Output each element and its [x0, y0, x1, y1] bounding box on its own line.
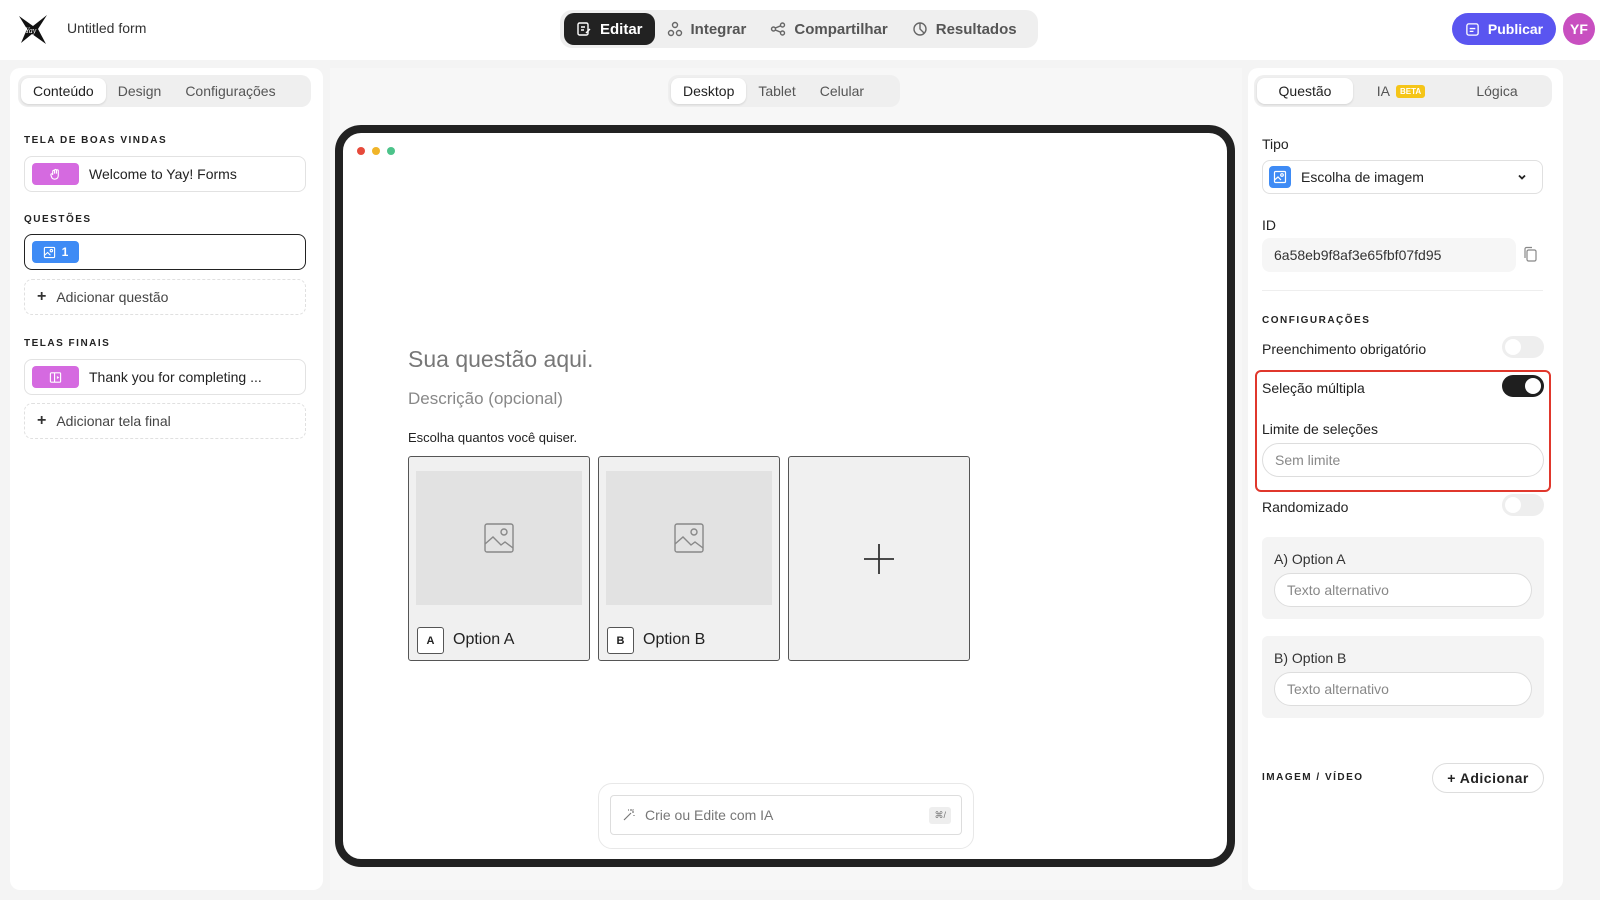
welcome-screen-item[interactable]: Welcome to Yay! Forms	[24, 156, 306, 192]
hand-icon	[50, 168, 59, 180]
question-title[interactable]: Sua questão aqui.	[408, 346, 593, 373]
id-label: ID	[1262, 217, 1276, 233]
add-question-button[interactable]: + Adicionar questão	[24, 279, 306, 315]
add-media-button[interactable]: + Adicionar	[1432, 763, 1544, 793]
tab-design[interactable]: Design	[106, 78, 174, 104]
ending-item-label: Thank you for completing ...	[89, 369, 262, 385]
option-key-a: A	[417, 627, 444, 654]
green-dot-icon	[387, 147, 395, 155]
image-placeholder-icon	[484, 523, 514, 553]
image-choice-icon	[1269, 166, 1291, 188]
question-item-1[interactable]: 1	[24, 234, 306, 270]
right-tabs: Questão IA BETA Lógica	[1254, 75, 1552, 107]
device-tabs: Desktop Tablet Celular	[668, 75, 900, 107]
share-icon	[771, 22, 786, 36]
option-card-b[interactable]: B Option B	[598, 456, 780, 661]
required-label: Preenchimento obrigatório	[1262, 341, 1427, 357]
top-bar: Yay Untitled form Editar Integrar Compar…	[0, 0, 1600, 60]
main-nav: Editar Integrar Compartilhar Resultados	[560, 10, 1038, 48]
option-label-b[interactable]: Option B	[643, 631, 705, 649]
image-placeholder-icon	[674, 523, 704, 553]
nav-integrate[interactable]: Integrar	[655, 13, 759, 45]
media-heading: IMAGEM / VÍDEO	[1262, 772, 1364, 783]
red-dot-icon	[357, 147, 365, 155]
divider	[1262, 290, 1543, 291]
left-tabs: Conteúdo Design Configurações	[18, 75, 311, 107]
welcome-heading: TELA DE BOAS VINDAS	[24, 135, 168, 146]
yay-logo-icon[interactable]: Yay	[16, 12, 50, 46]
avatar[interactable]: YF	[1563, 13, 1595, 45]
plus-icon	[864, 543, 894, 574]
form-title[interactable]: Untitled form	[67, 20, 146, 36]
integrate-icon	[667, 21, 682, 37]
copy-icon[interactable]	[1522, 246, 1538, 262]
randomize-label: Randomizado	[1262, 499, 1349, 515]
edit-icon	[577, 22, 591, 36]
publish-button[interactable]: Publicar	[1452, 13, 1556, 45]
yellow-dot-icon	[372, 147, 380, 155]
window-dots	[357, 147, 395, 155]
alt-text-input-a[interactable]: Texto alternativo	[1274, 573, 1532, 607]
required-toggle[interactable]	[1502, 336, 1544, 358]
add-ending-button[interactable]: + Adicionar tela final	[24, 403, 306, 439]
tab-settings[interactable]: Configurações	[173, 78, 287, 104]
nav-edit[interactable]: Editar	[564, 13, 655, 45]
option-key-b: B	[607, 627, 634, 654]
results-icon	[913, 22, 927, 36]
add-option-card[interactable]	[788, 456, 970, 661]
plus-icon: +	[37, 288, 47, 305]
left-panel: Conteúdo Design Configurações TELA DE BO…	[10, 68, 323, 890]
option-image-placeholder[interactable]	[606, 471, 772, 605]
ending-screen-item[interactable]: Thank you for completing ...	[24, 359, 306, 395]
tab-desktop[interactable]: Desktop	[671, 78, 747, 104]
exit-icon	[49, 371, 62, 383]
tab-content[interactable]: Conteúdo	[21, 78, 106, 104]
ai-prompt-input[interactable]: Crie ou Edite com IA ⌘/	[610, 795, 962, 835]
nav-results[interactable]: Resultados	[900, 13, 1029, 45]
welcome-chip	[32, 163, 79, 185]
option-b-label: B) Option B	[1274, 650, 1347, 666]
option-a-label: A) Option A	[1274, 551, 1346, 567]
questions-heading: QUESTÕES	[24, 214, 92, 225]
nav-share[interactable]: Compartilhar	[758, 13, 899, 45]
device-preview: Sua questão aqui. Descrição (opcional) E…	[335, 125, 1235, 867]
tab-logic[interactable]: Lógica	[1449, 78, 1545, 104]
question-hint: Escolha quantos você quiser.	[408, 430, 578, 445]
id-field[interactable]: 6a58eb9f8af3e65fbf07fd95	[1262, 238, 1516, 272]
tab-mobile[interactable]: Celular	[808, 78, 876, 104]
tab-question[interactable]: Questão	[1257, 78, 1353, 104]
question-type-select[interactable]: Escolha de imagem	[1262, 160, 1543, 194]
question-chip: 1	[32, 241, 79, 263]
chevron-down-icon	[1518, 174, 1526, 180]
alt-text-input-b[interactable]: Texto alternativo	[1274, 672, 1532, 706]
highlight-box	[1255, 370, 1551, 492]
randomize-toggle[interactable]	[1502, 494, 1544, 516]
option-label-a[interactable]: Option A	[453, 631, 514, 649]
tab-tablet[interactable]: Tablet	[746, 78, 807, 104]
option-card-a[interactable]: A Option A	[408, 456, 590, 661]
beta-badge: BETA	[1396, 84, 1426, 98]
ending-chip	[32, 366, 79, 388]
settings-heading: CONFIGURAÇÕES	[1262, 315, 1371, 326]
shortcut-badge: ⌘/	[929, 806, 951, 824]
plus-icon: +	[37, 412, 47, 429]
type-label: Tipo	[1262, 136, 1289, 152]
ai-assistant-box: Crie ou Edite com IA ⌘/	[598, 783, 974, 849]
tab-ai[interactable]: IA BETA	[1353, 78, 1449, 104]
svg-text:Yay: Yay	[25, 26, 37, 35]
image-choice-icon	[43, 246, 55, 258]
endings-heading: TELAS FINAIS	[24, 338, 111, 349]
question-description[interactable]: Descrição (opcional)	[408, 389, 563, 409]
magic-wand-icon	[623, 809, 635, 821]
publish-icon	[1466, 22, 1479, 36]
option-image-placeholder[interactable]	[416, 471, 582, 605]
welcome-item-label: Welcome to Yay! Forms	[89, 166, 237, 182]
